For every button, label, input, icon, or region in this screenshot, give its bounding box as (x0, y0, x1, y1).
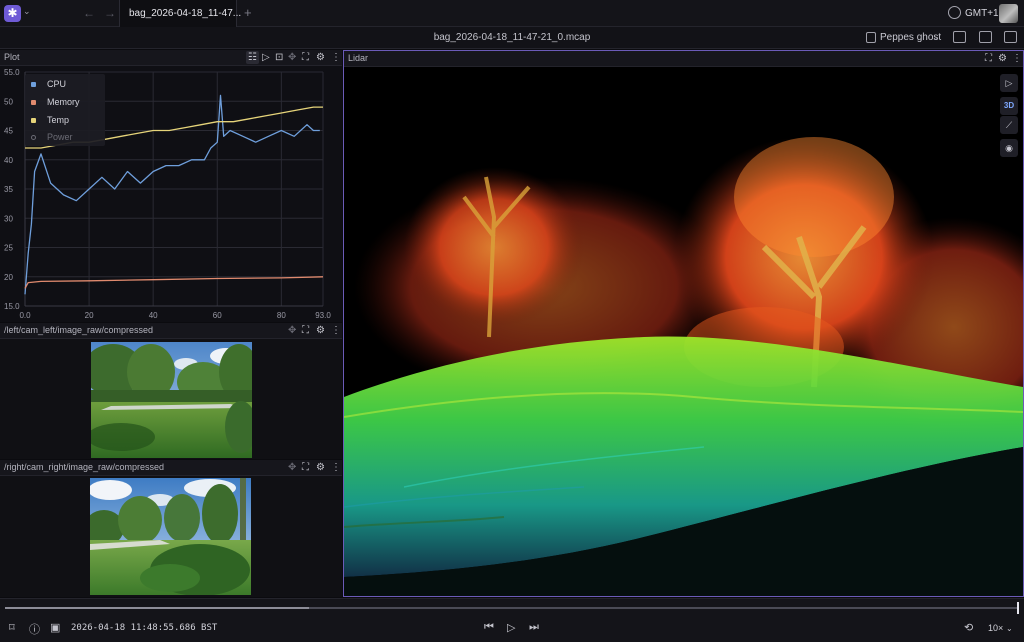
chevron-down-icon[interactable]: ⌄ (932, 32, 940, 43)
plot-panel-title: Plot (4, 52, 20, 62)
download-icon[interactable]: ⊡ (275, 51, 283, 64)
cam-right-image (90, 478, 251, 595)
play-icon[interactable]: ▷ (262, 51, 270, 64)
more-options-icon[interactable]: ⋮ (331, 324, 341, 337)
publish-point-icon[interactable]: ◉ (1000, 139, 1018, 157)
app-logo-icon[interactable]: ✱ (4, 5, 21, 22)
right-sidebar-icon[interactable] (1004, 31, 1017, 43)
x-tick-label: 0.0 (19, 311, 31, 320)
y-tick-label: 25 (4, 244, 13, 253)
lidar-3d-view[interactable]: ▷ 3D ⟋ ◉ (344, 67, 1023, 596)
x-tick-label: 20 (85, 311, 94, 320)
view-3d-toggle[interactable]: 3D (1000, 97, 1018, 115)
x-tick-label: 60 (213, 311, 222, 320)
forward-arrow-icon[interactable]: → (104, 6, 116, 20)
timeline-scrubber[interactable] (5, 607, 1017, 609)
legend-swatch (31, 118, 36, 123)
legend-label: Temp (47, 115, 70, 125)
more-options-icon[interactable]: ⋮ (331, 461, 341, 474)
playback-bar: ⌑ ⓘ ▣ 2026-04-18 11:48:55.686 BST ⏮ ▷ ⏭ … (0, 598, 1024, 642)
cam-left-scene (91, 342, 252, 458)
x-tick-label: 40 (149, 311, 158, 320)
title-bar: bag_2026-04-18_11-47-21_0.mcap Peppes gh… (0, 27, 1024, 49)
seek-backward-icon[interactable]: ⏮ (484, 621, 494, 634)
add-panel-icon[interactable] (953, 31, 966, 43)
lidar-point-cloud[interactable] (344, 67, 1023, 596)
y-tick-label: 40 (4, 156, 13, 165)
time-calendar-icon[interactable]: ▣ (50, 621, 60, 634)
info-icon[interactable]: ⓘ (29, 621, 40, 637)
move-icon[interactable]: ✥ (288, 51, 296, 64)
timeline-progress (5, 607, 309, 609)
ruler-icon[interactable]: ⟋ (1000, 116, 1018, 134)
playback-timestamp[interactable]: 2026-04-18 11:48:55.686 BST (71, 623, 217, 633)
legend-swatch (31, 135, 36, 140)
legend-swatch (31, 100, 36, 105)
file-tab[interactable]: bag_2026-04-18_11-47... (119, 0, 241, 27)
plot-legend: CPU Memory Temp Power (25, 74, 105, 146)
settings-gear-icon[interactable]: ⚙ (998, 52, 1007, 65)
left-sidebar-icon[interactable] (979, 31, 992, 43)
y-tick-label: 45 (4, 127, 13, 136)
y-tick-label: 30 (4, 214, 13, 223)
interact-cursor-icon[interactable]: ▷ (1000, 74, 1018, 92)
avatar[interactable] (999, 4, 1018, 23)
y-tick-label: 20 (4, 273, 13, 282)
chevron-down-icon[interactable]: ⌄ (23, 6, 31, 17)
legend-label: CPU (47, 79, 67, 89)
settings-gear-icon[interactable]: ⚙ (316, 461, 325, 474)
back-arrow-icon[interactable]: ← (83, 6, 95, 20)
y-tick-label: 15.0 (4, 302, 20, 311)
more-options-icon[interactable]: ⋮ (1012, 52, 1022, 65)
lidar-panel-header: Lidar ⛶ ⚙ ⋮ (344, 51, 1023, 67)
cam-right-panel-title: /right/cam_right/image_raw/compressed (4, 462, 165, 472)
lidar-panel-title: Lidar (348, 53, 369, 63)
chevron-down-icon[interactable]: ⌄ (1006, 624, 1013, 633)
new-tab-button[interactable]: + (244, 5, 252, 20)
legend-label: Memory (47, 97, 80, 107)
x-tick-label: 93.0 (315, 311, 331, 320)
bookmark-icon[interactable]: ⌑ (9, 621, 15, 634)
series-line-memory (24, 276, 324, 289)
loop-off-icon[interactable]: ⟲ (964, 621, 973, 634)
timeline-playhead[interactable] (1017, 602, 1019, 614)
play-icon[interactable]: ▷ (507, 621, 515, 634)
settings-gear-icon[interactable]: ⚙ (316, 324, 325, 337)
settings-gear-icon[interactable]: ⚙ (316, 51, 325, 64)
y-tick-label: 55.0 (4, 68, 20, 77)
cam-left-image (91, 342, 252, 458)
fullscreen-icon[interactable]: ⛶ (985, 52, 992, 65)
globe-icon[interactable] (948, 6, 961, 19)
cam-left-panel-header: /left/cam_left/image_raw/compressed ✥ ⛶ … (0, 323, 342, 339)
fullscreen-icon[interactable]: ⛶ (302, 461, 309, 474)
y-tick-label: 50 (4, 97, 13, 106)
layout-icon[interactable] (866, 32, 876, 43)
cam-right-panel-header: /right/cam_right/image_raw/compressed ✥ … (0, 460, 342, 476)
legend-label: Power (47, 132, 73, 142)
fullscreen-icon[interactable]: ⛶ (302, 324, 309, 337)
x-tick-label: 80 (277, 311, 286, 320)
playback-speed-selector[interactable]: 10× (988, 623, 1003, 633)
legend-swatch (31, 82, 36, 87)
y-tick-label: 35 (4, 185, 13, 194)
plot-panel-header: Plot ☷ ▷ ⊡ ✥ ⛶ ⚙ ⋮ (0, 50, 342, 66)
move-icon[interactable]: ✥ (288, 461, 296, 474)
legend-toggle-icon[interactable]: ☷ (246, 51, 259, 64)
fullscreen-icon[interactable]: ⛶ (302, 51, 309, 64)
move-icon[interactable]: ✥ (288, 324, 296, 337)
cam-right-view[interactable] (0, 476, 342, 597)
app-bar: ✱ ⌄ ← → bag_2026-04-18_11-47... + GMT+1 (0, 0, 1024, 27)
more-options-icon[interactable]: ⋮ (331, 51, 341, 64)
timezone-label[interactable]: GMT+1 (965, 8, 999, 19)
cam-right-scene (90, 478, 251, 595)
file-tab-label: bag_2026-04-18_11-47... (129, 8, 242, 19)
seek-forward-icon[interactable]: ⏭ (529, 621, 539, 634)
cam-left-view[interactable] (0, 339, 342, 459)
cam-left-panel-title: /left/cam_left/image_raw/compressed (4, 325, 154, 335)
